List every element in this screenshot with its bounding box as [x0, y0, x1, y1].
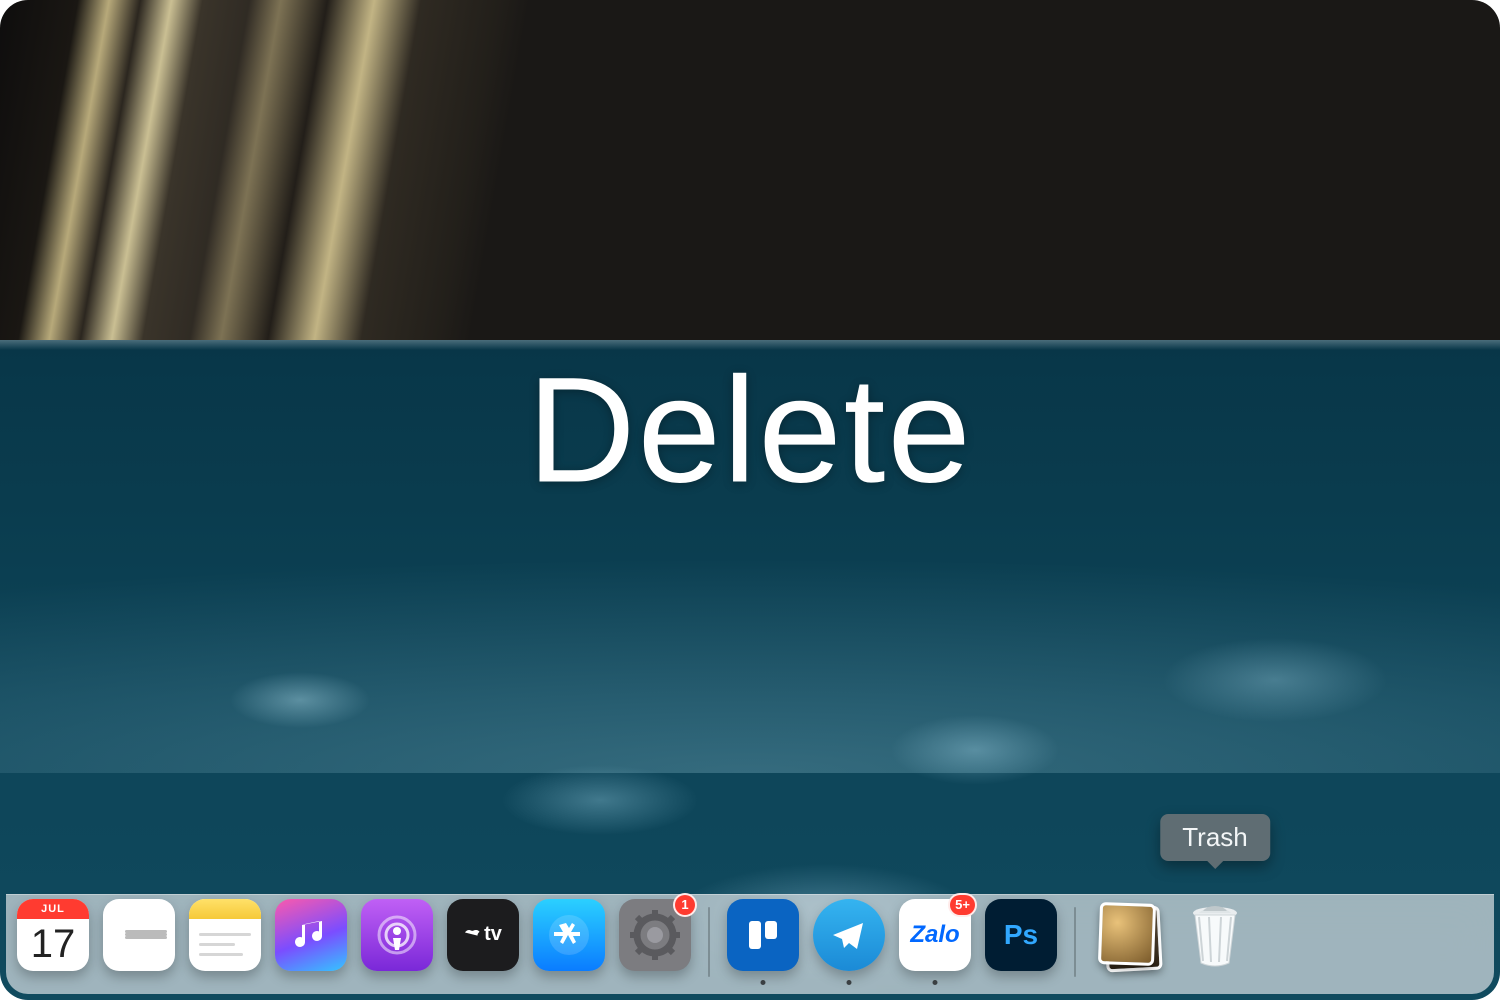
trash-icon: [1179, 899, 1251, 971]
photoshop-icon: Ps: [985, 899, 1057, 971]
telegram-icon: [813, 899, 885, 971]
stack-icon: [1093, 899, 1165, 971]
dock-container: JUL 17: [0, 892, 1500, 1000]
ps-label: Ps: [1004, 919, 1038, 951]
dock-app-notes[interactable]: [188, 899, 262, 985]
dock-divider: [708, 907, 710, 977]
music-icon: [275, 899, 347, 971]
podcasts-icon: [361, 899, 433, 971]
dock-app-reminders[interactable]: [102, 899, 176, 985]
apple-logo-icon: [464, 924, 482, 946]
reminders-icon: [103, 899, 175, 971]
running-indicator: [847, 980, 852, 985]
dock-app-telegram[interactable]: [812, 899, 886, 985]
zalo-icon: Zalo 5+: [899, 899, 971, 971]
dock-app-music[interactable]: [274, 899, 348, 985]
dock-recent-stack[interactable]: [1092, 899, 1166, 985]
zalo-label: Zalo: [910, 921, 959, 949]
calendar-month: JUL: [17, 899, 89, 919]
dock-app-apple-tv[interactable]: tv: [446, 899, 520, 985]
desktop[interactable]: Delete JUL 17: [0, 0, 1500, 1000]
dock-app-calendar[interactable]: JUL 17: [16, 899, 90, 985]
dock: JUL 17: [6, 894, 1494, 994]
calendar-icon: JUL 17: [17, 899, 89, 971]
dock-app-system-preferences[interactable]: 1: [618, 899, 692, 985]
dock-divider: [1074, 907, 1076, 977]
tv-label: tv: [484, 923, 502, 946]
dock-app-trello[interactable]: [726, 899, 800, 985]
overlay-title: Delete: [527, 344, 973, 517]
badge: 5+: [948, 893, 977, 917]
dock-trash[interactable]: Trash: [1178, 899, 1252, 985]
trello-icon: [727, 899, 799, 971]
badge: 1: [673, 893, 697, 917]
notes-icon: [189, 899, 261, 971]
settings-icon: 1: [619, 899, 691, 971]
calendar-day: 17: [31, 919, 76, 971]
apple-tv-icon: tv: [447, 899, 519, 971]
dock-app-photoshop[interactable]: Ps: [984, 899, 1058, 985]
dock-app-zalo[interactable]: Zalo 5+: [898, 899, 972, 985]
running-indicator: [761, 980, 766, 985]
tooltip-trash: Trash: [1160, 814, 1270, 861]
dock-app-podcasts[interactable]: [360, 899, 434, 985]
running-indicator: [933, 980, 938, 985]
dock-app-app-store[interactable]: [532, 899, 606, 985]
app-store-icon: [533, 899, 605, 971]
